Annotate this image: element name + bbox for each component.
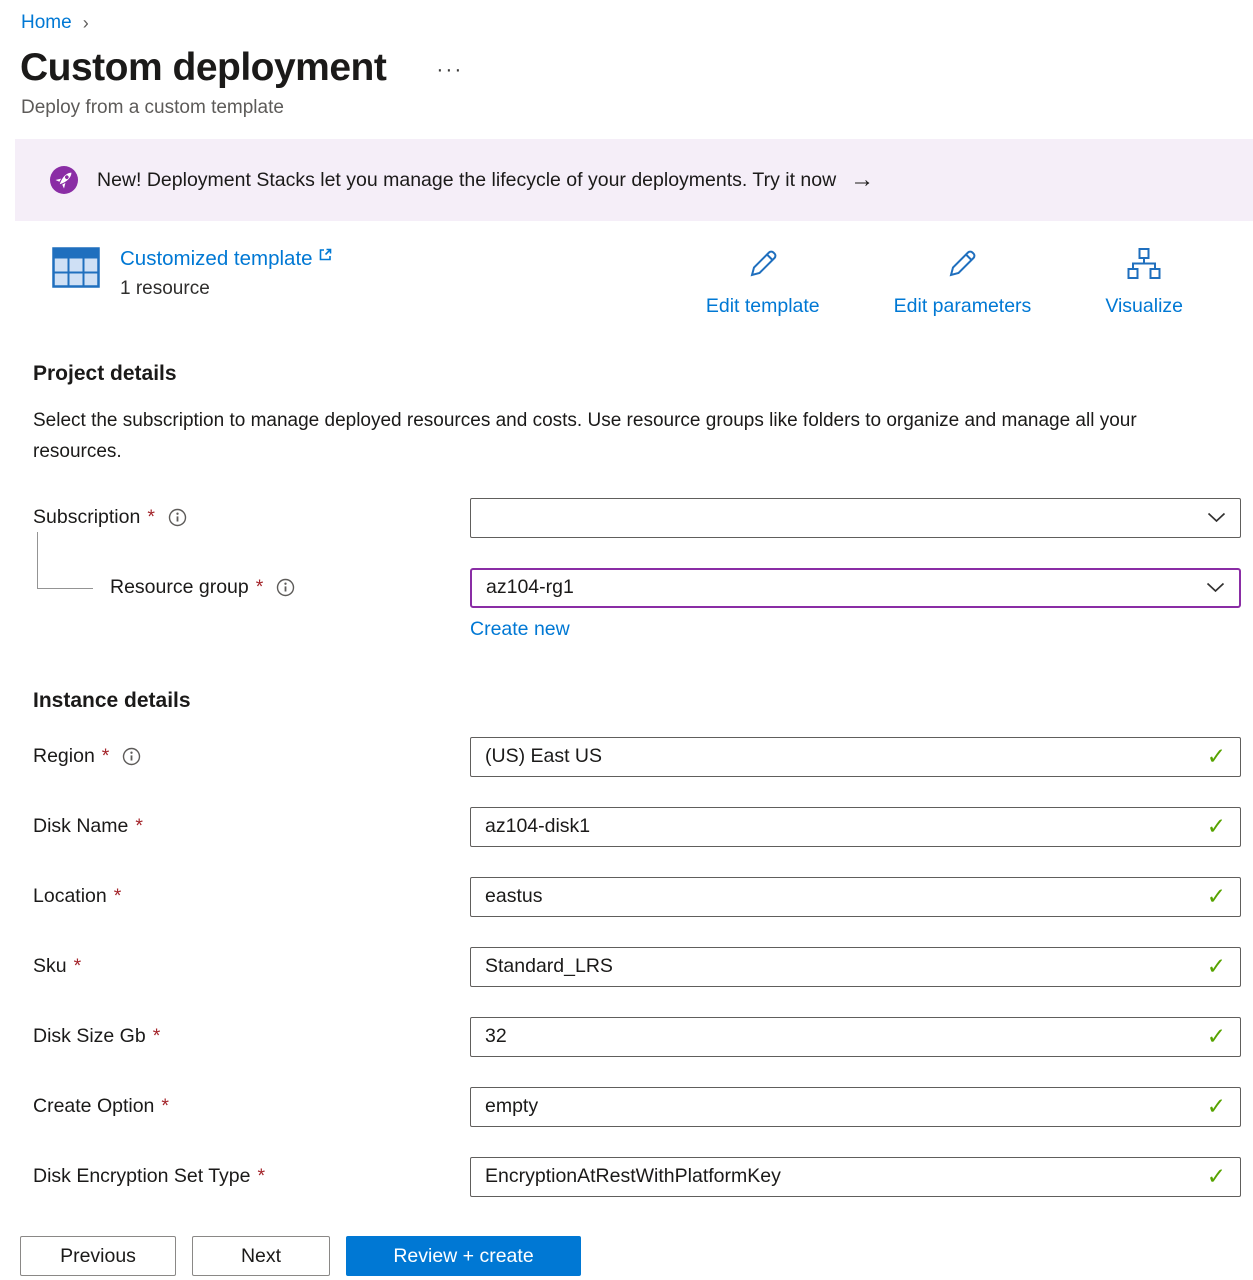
edit-template-label: Edit template <box>706 295 820 318</box>
wizard-footer: Previous Next Review + create <box>0 1208 1253 1280</box>
banner-text: New! Deployment Stacks let you manage th… <box>97 169 836 192</box>
check-icon: ✓ <box>1207 883 1226 910</box>
check-icon: ✓ <box>1207 1093 1226 1120</box>
breadcrumb-home-link[interactable]: Home <box>21 12 72 34</box>
required-marker: * <box>102 745 110 768</box>
sku-input[interactable]: Standard_LRS ✓ <box>470 947 1241 987</box>
location-row: Location * eastus ✓ <box>0 877 1253 917</box>
template-resource-count: 1 resource <box>120 278 333 300</box>
create-new-row: Create new <box>0 618 1253 641</box>
subscription-dropdown[interactable] <box>470 498 1241 538</box>
more-options-button[interactable]: ··· <box>436 58 463 82</box>
subscription-label: Subscription <box>33 506 140 529</box>
previous-button[interactable]: Previous <box>20 1236 176 1276</box>
required-marker: * <box>74 955 82 978</box>
edit-parameters-label: Edit parameters <box>894 295 1032 318</box>
disk-name-label: Disk Name <box>33 815 128 838</box>
resource-group-row: Resource group * az104-rg1 <box>0 568 1253 608</box>
required-marker: * <box>161 1095 169 1118</box>
breadcrumb: Home › <box>0 0 1253 34</box>
edit-parameters-button[interactable]: Edit parameters <box>894 247 1032 318</box>
check-icon: ✓ <box>1207 1023 1226 1050</box>
pencil-icon <box>945 247 979 287</box>
review-create-button[interactable]: Review + create <box>346 1236 581 1276</box>
disk-size-input[interactable]: 32 ✓ <box>470 1017 1241 1057</box>
external-link-icon <box>318 247 333 267</box>
disk-encryption-set-type-label: Disk Encryption Set Type <box>33 1165 251 1188</box>
chevron-down-icon <box>1207 506 1226 529</box>
region-value: (US) East US <box>485 745 602 768</box>
resource-group-value: az104-rg1 <box>486 576 574 599</box>
page-subtitle: Deploy from a custom template <box>0 97 1253 119</box>
create-new-link[interactable]: Create new <box>470 618 570 640</box>
project-details-heading: Project details <box>33 362 1253 386</box>
region-input[interactable]: (US) East US ✓ <box>470 737 1241 777</box>
template-grid-icon <box>52 247 100 300</box>
check-icon: ✓ <box>1207 953 1226 980</box>
disk-encryption-set-type-input[interactable]: EncryptionAtRestWithPlatformKey ✓ <box>470 1157 1241 1197</box>
create-option-value: empty <box>485 1095 538 1118</box>
subscription-row: Subscription * <box>0 498 1253 538</box>
sku-row: Sku * Standard_LRS ✓ <box>0 947 1253 987</box>
disk-name-input[interactable]: az104-disk1 ✓ <box>470 807 1241 847</box>
resource-group-dropdown[interactable]: az104-rg1 <box>470 568 1241 608</box>
required-marker: * <box>256 576 264 599</box>
disk-size-row: Disk Size Gb * 32 ✓ <box>0 1017 1253 1057</box>
disk-encryption-set-type-row: Disk Encryption Set Type * EncryptionAtR… <box>0 1157 1253 1197</box>
edit-template-button[interactable]: Edit template <box>706 247 820 318</box>
next-button[interactable]: Next <box>192 1236 330 1276</box>
check-icon: ✓ <box>1207 1163 1226 1190</box>
check-icon: ✓ <box>1207 743 1226 770</box>
resource-group-label: Resource group <box>110 576 249 599</box>
disk-name-value: az104-disk1 <box>485 815 590 838</box>
customized-template-link[interactable]: Customized template <box>120 247 313 271</box>
create-option-label: Create Option <box>33 1095 154 1118</box>
disk-name-row: Disk Name * az104-disk1 ✓ <box>0 807 1253 847</box>
disk-size-value: 32 <box>485 1025 507 1048</box>
instance-details-heading: Instance details <box>33 689 1253 713</box>
visualize-button[interactable]: Visualize <box>1105 247 1183 318</box>
visualize-label: Visualize <box>1105 295 1183 318</box>
required-marker: * <box>153 1025 161 1048</box>
rocket-icon <box>49 165 79 195</box>
required-marker: * <box>147 506 155 529</box>
info-icon[interactable] <box>168 508 187 527</box>
check-icon: ✓ <box>1207 813 1226 840</box>
template-summary: Customized template 1 resource Edit temp… <box>52 247 1253 318</box>
page-header: Custom deployment ··· <box>0 46 1253 90</box>
chevron-down-icon <box>1206 576 1225 599</box>
disk-size-label: Disk Size Gb <box>33 1025 146 1048</box>
required-marker: * <box>135 815 143 838</box>
project-details-description: Select the subscription to manage deploy… <box>33 406 1178 468</box>
disk-encryption-set-type-value: EncryptionAtRestWithPlatformKey <box>485 1165 781 1188</box>
info-icon[interactable] <box>276 578 295 597</box>
arrow-right-icon: → <box>850 166 874 194</box>
field-connector-line <box>37 532 93 589</box>
location-value: eastus <box>485 885 542 908</box>
sku-value: Standard_LRS <box>485 955 613 978</box>
pencil-icon <box>746 247 780 287</box>
required-marker: * <box>258 1165 266 1188</box>
breadcrumb-separator-icon: › <box>83 13 89 34</box>
required-marker: * <box>114 885 122 908</box>
region-row: Region * (US) East US ✓ <box>0 737 1253 777</box>
location-input[interactable]: eastus ✓ <box>470 877 1241 917</box>
region-label: Region <box>33 745 95 768</box>
create-option-row: Create Option * empty ✓ <box>0 1087 1253 1127</box>
deployment-stacks-banner[interactable]: New! Deployment Stacks let you manage th… <box>15 139 1253 221</box>
location-label: Location <box>33 885 107 908</box>
sku-label: Sku <box>33 955 67 978</box>
create-option-input[interactable]: empty ✓ <box>470 1087 1241 1127</box>
hierarchy-icon <box>1126 247 1162 287</box>
info-icon[interactable] <box>122 747 141 766</box>
page-title: Custom deployment <box>20 46 386 90</box>
